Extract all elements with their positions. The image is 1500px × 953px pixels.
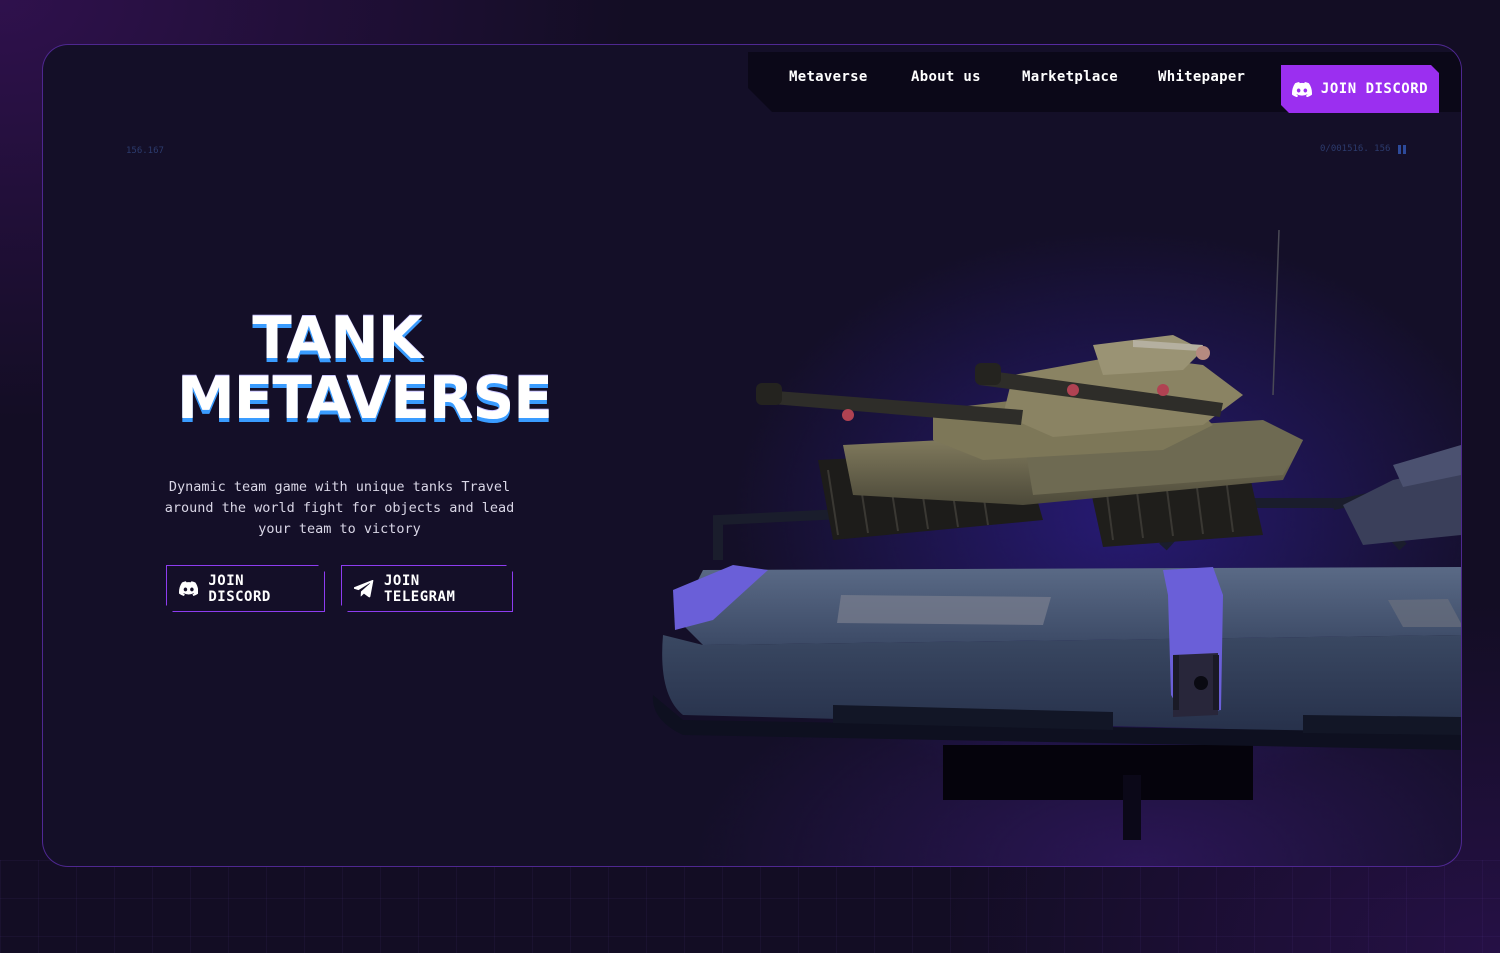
telegram-icon	[354, 580, 374, 598]
hero-description: Dynamic team game with unique tanks Trav…	[164, 479, 515, 537]
logo-line-metaverse: METAVERSE	[177, 364, 553, 432]
nav-join-discord-button[interactable]: JOIN DISCORD	[1281, 65, 1439, 113]
hero-join-telegram-button[interactable]: JOIN TELEGRAM	[341, 565, 513, 612]
hero-join-discord-label: JOIN DISCORD	[208, 572, 271, 605]
nav-item-marketplace[interactable]: Marketplace	[1022, 69, 1118, 85]
discord-icon	[179, 581, 198, 596]
discord-icon	[1292, 82, 1312, 97]
platform-underside	[943, 745, 1253, 800]
nav-item-metaverse[interactable]: Metaverse	[789, 69, 868, 85]
hud-readout-right: 0/001516. 156	[1320, 144, 1407, 154]
background-grid	[0, 860, 1500, 953]
hero-join-telegram-label: JOIN TELEGRAM	[383, 572, 456, 605]
nav-item-about-us[interactable]: About us	[911, 69, 981, 85]
nav-join-discord-label: JOIN DISCORD	[1320, 81, 1429, 97]
tank-metaverse-logo: TANK METAVERSE	[177, 304, 553, 439]
logo-line-tank: TANK	[252, 304, 422, 372]
tank-platform-illustration	[652, 229, 1461, 840]
hud-readout-right-text: 0/001516. 156	[1320, 144, 1391, 154]
hud-bars-icon	[1398, 144, 1407, 154]
platform	[652, 565, 1461, 750]
hud-readout-left: 156.167	[126, 146, 164, 156]
hero-frame: Metaverse About us Marketplace Whitepape…	[42, 44, 1462, 867]
platform-strut	[1123, 775, 1141, 840]
tank-model	[756, 229, 1303, 547]
page: Metaverse About us Marketplace Whitepape…	[0, 0, 1500, 953]
hero-join-discord-button[interactable]: JOIN DISCORD	[166, 565, 325, 612]
nav-item-whitepaper[interactable]: Whitepaper	[1158, 69, 1245, 85]
